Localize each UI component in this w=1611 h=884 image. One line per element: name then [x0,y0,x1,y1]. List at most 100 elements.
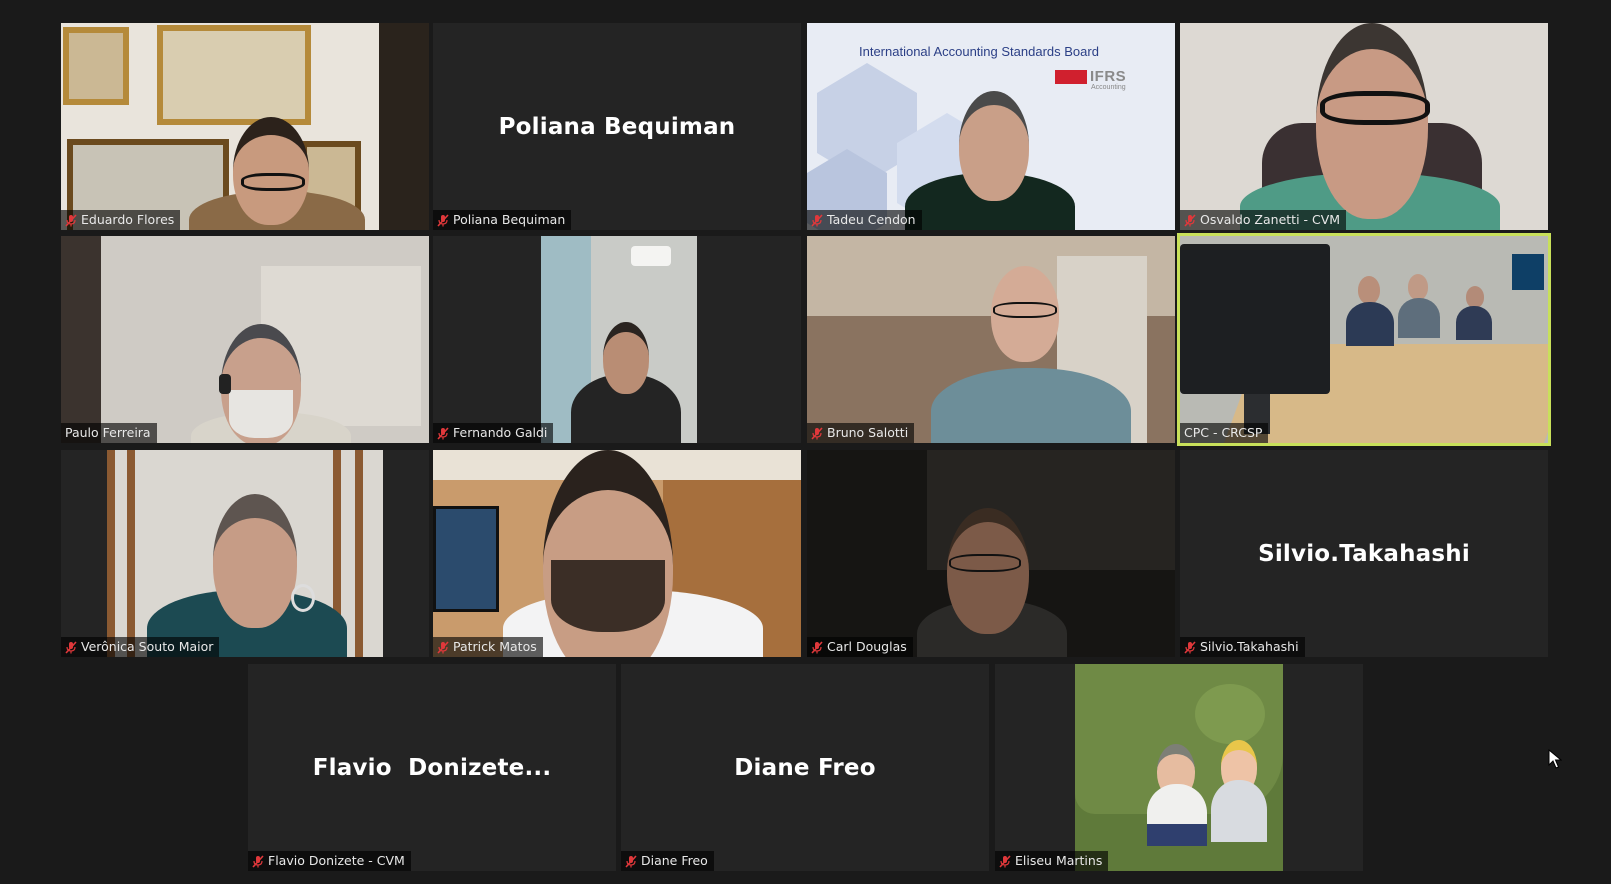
video-tile-flavio-donizete[interactable]: Flavio Donizete... Flavio Donizete - CVM [248,664,616,871]
video-tile-eduardo-flores[interactable]: Eduardo Flores [61,23,429,230]
ladder-left [107,450,115,657]
glasses [1320,91,1430,125]
video-tile-fernando-galdi[interactable]: Fernando Galdi [433,236,801,443]
person-head [603,322,649,394]
doorway [379,23,429,230]
participant-name-label: Eliseu Martins [995,851,1109,871]
video-tile-osvaldo-zanetti[interactable]: Osvaldo Zanetti - CVM [1180,23,1548,230]
microphone-muted-icon [1184,213,1196,227]
person-body [1346,302,1394,346]
ifrs-logo-mark [1055,69,1087,84]
participant-display-name: Flavio Donizete... [312,754,552,781]
microphone-muted-icon [811,640,823,654]
participant-name-label: Flavio Donizete - CVM [248,851,411,871]
ceiling-light [631,246,671,266]
microphone-muted-icon [65,640,77,654]
video-tile-patrick-matos[interactable]: Patrick Matos [433,450,801,657]
beard [229,390,293,438]
participant-video [61,23,429,230]
microphone-muted-icon [437,426,449,440]
ladder-rail [355,450,363,657]
participant-name: Poliana Bequiman [453,212,566,227]
microphone-muted-icon [437,640,449,654]
participant-display-name: Diane Freo [734,754,876,781]
participant-profile-photo [1075,664,1283,871]
blurred-background [61,236,101,443]
glasses [993,302,1057,318]
participant-name: Carl Douglas [827,639,907,654]
wall-screen [1512,254,1544,290]
participant-name: Eduardo Flores [81,212,175,227]
participant-name-label: Verônica Souto Maior [61,637,220,657]
participant-video [807,236,1175,443]
participant-name: Diane Freo [641,853,708,868]
participant-name: Eliseu Martins [1015,853,1103,868]
participant-name-label: Fernando Galdi [433,423,554,443]
video-tile-poliana-bequiman[interactable]: Poliana Bequiman Poliana Bequiman [433,23,801,230]
video-tile-carl-douglas[interactable]: Carl Douglas [807,450,1175,657]
participant-name-label: Eduardo Flores [61,210,181,230]
video-tile-diane-freo[interactable]: Diane Freo Diane Freo [621,664,989,871]
video-tile-cpc-crcsp[interactable]: CPC - CRCSP [1177,233,1551,446]
child-shorts [1147,824,1207,846]
wall-frame [63,27,129,105]
participant-name-label: Osvaldo Zanetti - CVM [1180,210,1347,230]
person-body [1456,306,1492,340]
microphone-muted-icon [811,426,823,440]
video-tile-eliseu-martins[interactable]: Eliseu Martins [995,664,1363,871]
person-body [1398,298,1440,338]
participant-name: Verônica Souto Maior [81,639,214,654]
beard [551,560,665,632]
participant-name-label: Tadeu Cendon [807,210,922,230]
microphone-muted-icon [65,213,77,227]
headset [219,374,231,394]
person-head [213,494,297,628]
participant-name-label: Diane Freo [621,851,714,871]
microphone-muted-icon [437,213,449,227]
participant-name: CPC - CRCSP [1184,425,1263,440]
microphone-muted-icon [999,854,1011,868]
participant-video [807,450,1175,657]
participant-name-label: Poliana Bequiman [433,210,572,230]
microphone-muted-icon [252,854,264,868]
ifrs-logo-subtext: Accounting [1091,84,1126,91]
participant-video [1180,23,1548,230]
participant-name-label: Carl Douglas [807,637,913,657]
participant-name: Flavio Donizete - CVM [268,853,405,868]
participant-video: International Accounting Standards Board… [807,23,1175,230]
tv-screen [433,506,499,612]
participant-name: Osvaldo Zanetti - CVM [1200,212,1341,227]
participant-display-name: Poliana Bequiman [498,113,736,140]
participant-name: Paulo Ferreira [65,425,151,440]
person-head [959,91,1029,201]
participant-name: Bruno Salotti [827,425,909,440]
participant-name-label: Bruno Salotti [807,423,915,443]
person-head [1466,286,1484,308]
participant-name: Patrick Matos [453,639,537,654]
earring [291,584,315,612]
participant-name-label: Paulo Ferreira [61,423,157,443]
person-head [233,117,309,225]
participant-display-name: Silvio.Takahashi [1258,540,1470,567]
video-tile-veronica-souto-maior[interactable]: Verônica Souto Maior [61,450,429,657]
participant-name-label: CPC - CRCSP [1180,423,1269,443]
participant-video [541,236,697,443]
person-body [931,368,1131,443]
participant-video [1180,236,1548,443]
ifrs-logo-text: IFRS [1090,68,1127,85]
monitor [1180,244,1330,394]
participant-name-label: Silvio.Takahashi [1180,637,1305,657]
microphone-muted-icon [625,854,637,868]
ladder-rail [127,450,135,657]
video-tile-bruno-salotti[interactable]: Bruno Salotti [807,236,1175,443]
participant-name: Silvio.Takahashi [1200,639,1299,654]
video-tile-tadeu-cendon[interactable]: International Accounting Standards Board… [807,23,1175,230]
moss-patch [1195,684,1265,744]
microphone-muted-icon [811,213,823,227]
video-tile-paulo-ferreira[interactable]: Paulo Ferreira [61,236,429,443]
participant-name: Fernando Galdi [453,425,548,440]
ifrs-banner-title: International Accounting Standards Board [859,44,1099,59]
person-head [1358,276,1380,304]
video-tile-silvio-takahashi[interactable]: Silvio.Takahashi Silvio.Takahashi [1180,450,1548,657]
participant-video [433,450,801,657]
